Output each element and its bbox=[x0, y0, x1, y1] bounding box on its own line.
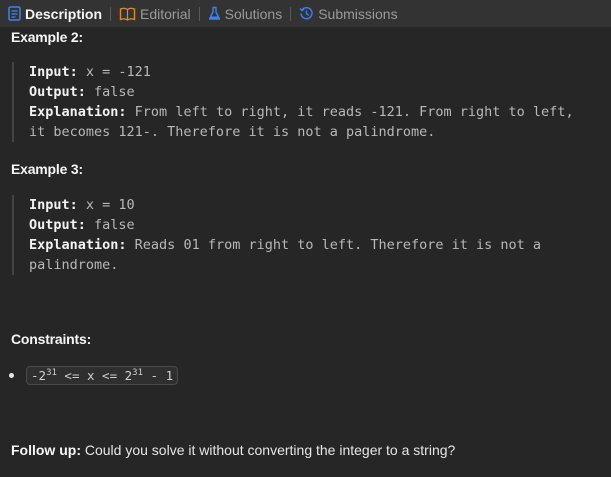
constraint-code: -231 <= x <= 231 - 1 bbox=[26, 366, 179, 386]
description-panel: Example 2: Input: x = -121 Output: false… bbox=[0, 27, 611, 477]
tab-label: Submissions bbox=[318, 5, 398, 22]
example-3-block: Input: x = 10 Output: false Explanation:… bbox=[12, 195, 541, 275]
example-2-heading: Example 2: bbox=[11, 29, 83, 45]
explanation-text-continued: palindrome. bbox=[29, 257, 119, 273]
output-label: Output: bbox=[29, 84, 86, 100]
tab-bar: Description Editorial Solutions Submissi… bbox=[0, 0, 611, 27]
document-icon bbox=[8, 6, 21, 21]
constraint-list-item: -231 <= x <= 231 - 1 bbox=[9, 366, 179, 386]
bullet-icon bbox=[9, 373, 14, 379]
tab-divider bbox=[198, 6, 200, 21]
input-label: Input: bbox=[29, 64, 78, 80]
tab-divider bbox=[110, 6, 112, 21]
follow-up-text: Follow up: Could you solve it without co… bbox=[11, 442, 455, 458]
output-value: false bbox=[85, 84, 135, 100]
input-value: x = -121 bbox=[77, 64, 151, 80]
output-value: false bbox=[85, 217, 135, 233]
tab-solutions[interactable]: Solutions bbox=[208, 5, 283, 22]
tab-label: Description bbox=[25, 5, 103, 22]
explanation-text-continued: it becomes 121-. Therefore it is not a p… bbox=[29, 124, 436, 140]
flask-icon bbox=[208, 6, 221, 21]
explanation-label: Explanation: bbox=[29, 237, 127, 253]
input-label: Input: bbox=[29, 197, 78, 213]
follow-up-question: Could you solve it without converting th… bbox=[80, 442, 456, 458]
tab-submissions[interactable]: Submissions bbox=[299, 5, 398, 22]
output-label: Output: bbox=[29, 217, 86, 233]
explanation-label: Explanation: bbox=[29, 104, 127, 120]
constraints-heading: Constraints: bbox=[11, 331, 92, 347]
example-3-heading: Example 3: bbox=[11, 161, 83, 177]
input-value: x = 10 bbox=[77, 197, 135, 213]
book-icon bbox=[119, 7, 136, 21]
tab-divider bbox=[290, 6, 292, 21]
explanation-text: From left to right, it reads -121. From … bbox=[126, 104, 574, 120]
explanation-text: Reads 01 from right to left. Therefore i… bbox=[126, 237, 542, 253]
tab-description[interactable]: Description bbox=[8, 6, 102, 22]
tab-label: Editorial bbox=[140, 5, 191, 22]
example-2-block: Input: x = -121 Output: false Explanatio… bbox=[12, 62, 574, 142]
follow-up-label: Follow up: bbox=[11, 442, 81, 458]
tab-editorial[interactable]: Editorial bbox=[119, 6, 191, 22]
history-icon bbox=[299, 6, 314, 21]
tab-label: Solutions bbox=[224, 5, 283, 22]
